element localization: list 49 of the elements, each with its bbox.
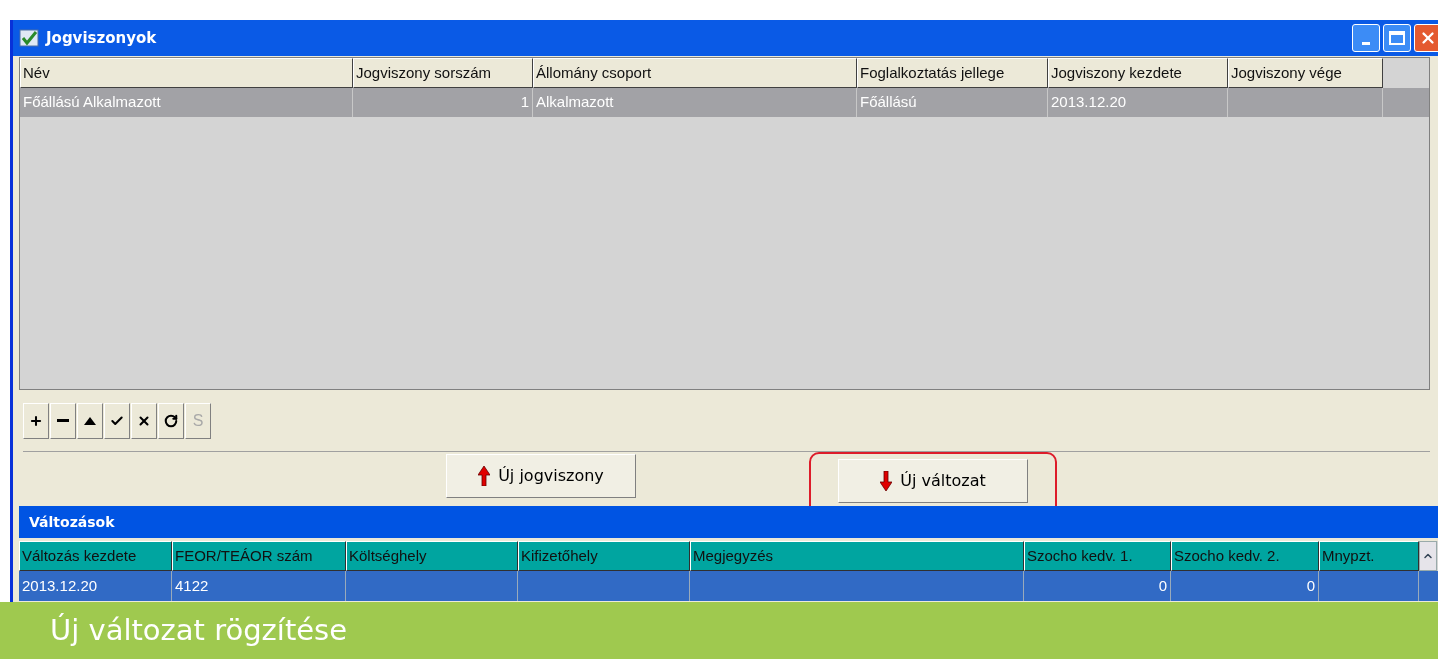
table-cell: 0 (1171, 571, 1319, 601)
minus-icon (57, 419, 69, 422)
toolbar-button[interactable] (23, 402, 49, 439)
column-header[interactable]: Foglalkoztatás jellege (857, 58, 1048, 88)
table-cell: Alkalmazott (533, 88, 857, 117)
down-arrow-icon (880, 471, 893, 491)
table-cell: 1 (353, 88, 533, 117)
toolbar-button[interactable] (131, 402, 157, 439)
action-button[interactable]: Új jogviszony (446, 454, 636, 498)
action-button[interactable]: Új változat (838, 459, 1028, 503)
plus-icon (29, 413, 43, 428)
column-header[interactable]: Változás kezdete (19, 541, 172, 571)
toolbar-button[interactable] (50, 402, 76, 439)
column-header[interactable]: Megjegyzés (690, 541, 1024, 571)
column-header[interactable]: Állomány csoport (533, 58, 857, 88)
toolbar-button[interactable] (77, 402, 103, 439)
table-cell: 4122 (172, 571, 346, 601)
close-button[interactable] (1414, 24, 1438, 52)
app-icon (19, 28, 41, 48)
column-header[interactable]: Jogviszony sorszám (353, 58, 533, 88)
table-cell: 2013.12.20 (19, 571, 172, 601)
column-header[interactable]: Jogviszony vége (1228, 58, 1383, 88)
column-header[interactable]: Költséghely (346, 541, 518, 571)
table-cell: 2013.12.20 (1048, 88, 1228, 117)
up-arrow-icon (478, 466, 491, 486)
window-title: Jogviszonyok (46, 27, 157, 49)
maximize-button[interactable] (1383, 24, 1411, 52)
column-header[interactable]: FEOR/TEÁOR szám (172, 541, 346, 571)
section-title: Változások (29, 512, 115, 532)
column-header[interactable]: Jogviszony kezdete (1048, 58, 1228, 88)
toolbar-button[interactable] (158, 402, 184, 439)
table-row[interactable]: 2013.12.20 4122 0 0 (19, 571, 1438, 601)
toolbar-button[interactable] (104, 402, 130, 439)
close-icon (1419, 29, 1437, 47)
table-cell: Főállású (857, 88, 1048, 117)
column-header[interactable]: Szocho kedv. 1. (1024, 541, 1171, 571)
column-header[interactable]: Kifizetőhely (518, 541, 690, 571)
up-triangle-icon (84, 416, 96, 425)
column-header[interactable]: Szocho kedv. 2. (1171, 541, 1319, 571)
minimize-button[interactable] (1352, 24, 1380, 52)
refresh-icon (164, 413, 178, 428)
caption: Új változat rögzítése (50, 611, 348, 649)
check-icon (110, 413, 124, 428)
table-cell: 0 (1024, 571, 1171, 601)
scroll-up-button[interactable] (1419, 541, 1437, 571)
close-icon (137, 413, 151, 428)
column-header[interactable]: Mnypzt. (1319, 541, 1419, 571)
table-cell: Főállású Alkalmazott (20, 88, 353, 117)
column-header[interactable]: Név (20, 58, 353, 88)
